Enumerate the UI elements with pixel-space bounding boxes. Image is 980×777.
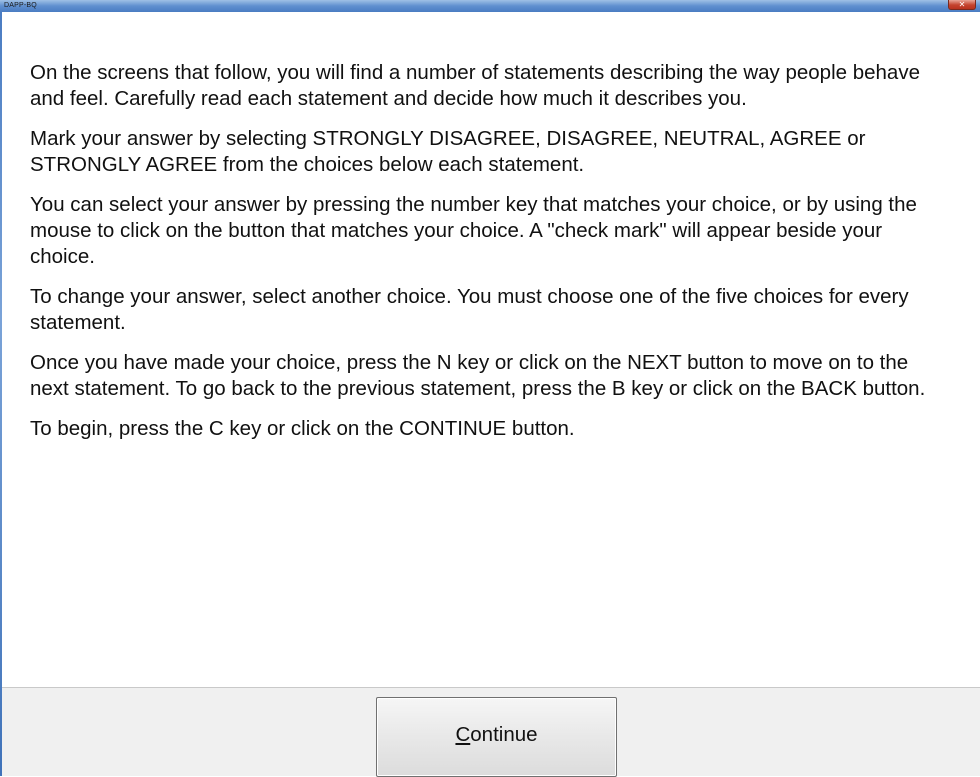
instruction-paragraph-2: Mark your answer by selecting STRONGLY D… xyxy=(30,127,866,176)
footer-bar: Continue xyxy=(2,687,980,777)
dialog-window: DAPP-BQ ✕ On the screens that follow, yo… xyxy=(0,0,980,777)
window-left-border xyxy=(0,12,2,776)
window-title: DAPP-BQ xyxy=(4,2,37,9)
title-bar[interactable]: DAPP-BQ ✕ xyxy=(0,0,980,12)
continue-accelerator-key: C xyxy=(455,723,471,746)
close-icon: ✕ xyxy=(958,0,966,9)
instructions-text: On the screens that follow, you will fin… xyxy=(30,60,950,456)
instruction-paragraph-4: To change your answer, select another ch… xyxy=(30,285,909,334)
instruction-paragraph-3: You can select your answer by pressing t… xyxy=(30,193,917,268)
instruction-paragraph-1: On the screens that follow, you will fin… xyxy=(30,61,920,110)
continue-button[interactable]: Continue xyxy=(376,697,617,777)
instruction-paragraph-6: To begin, press the C key or click on th… xyxy=(30,417,575,440)
instruction-paragraph-5: Once you have made your choice, press th… xyxy=(30,351,926,400)
close-button[interactable]: ✕ xyxy=(948,0,976,10)
continue-button-label: ontinue xyxy=(470,723,538,746)
